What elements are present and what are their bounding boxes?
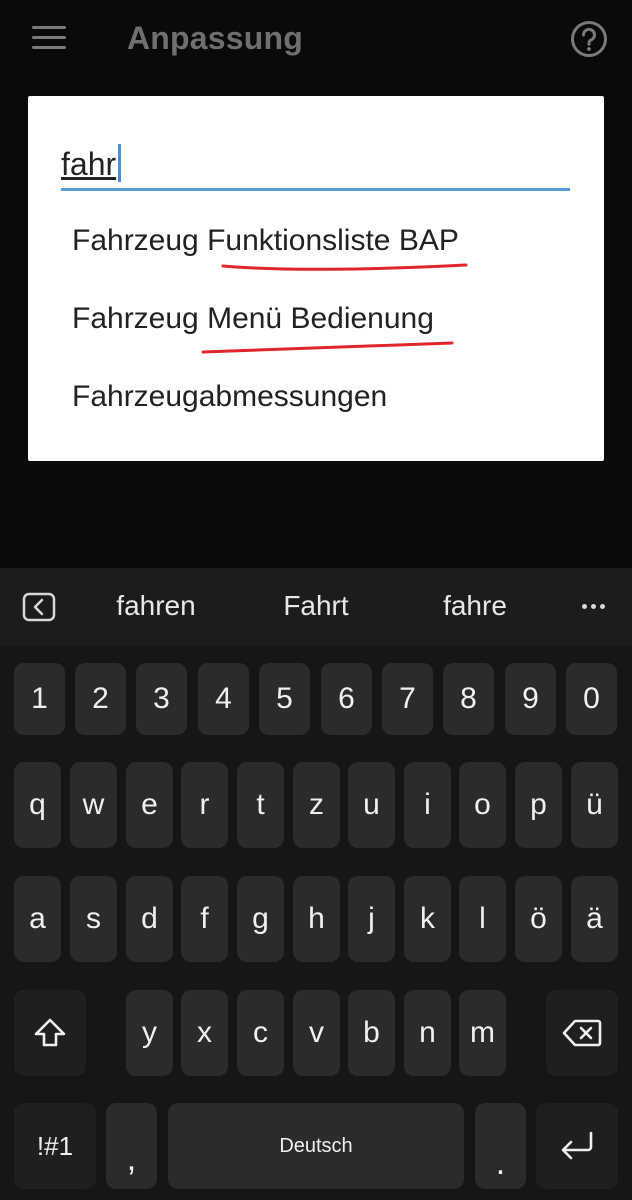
key-8[interactable]: 8 [443,663,494,735]
suggestion-item[interactable]: Fahrt [246,590,386,622]
backspace-key[interactable] [546,990,618,1076]
key-o-umlaut[interactable]: ö [515,876,562,962]
key-7[interactable]: 7 [382,663,433,735]
key-r[interactable]: r [181,762,228,848]
key-g[interactable]: g [237,876,284,962]
keyboard-collapse-icon[interactable] [22,592,56,622]
page-title: Anpassung [127,20,304,56]
red-underline-annotation [221,263,468,271]
enter-key[interactable] [536,1103,618,1189]
search-result-item[interactable]: Fahrzeug Menü Bedienung [72,302,434,336]
text-cursor [118,144,121,182]
key-t[interactable]: t [237,762,284,848]
hamburger-menu-icon[interactable] [32,26,66,52]
help-circle-icon[interactable] [570,20,608,58]
key-a-umlaut[interactable]: ä [571,876,618,962]
key-e[interactable]: e [126,762,173,848]
key-4[interactable]: 4 [198,663,249,735]
on-screen-keyboard: fahren Fahrt fahre 1 2 3 4 5 6 7 8 9 0 q… [0,568,632,1200]
key-5[interactable]: 5 [259,663,310,735]
shift-arrow-icon [34,1018,66,1047]
comma-key[interactable]: , [106,1103,157,1189]
key-l[interactable]: l [459,876,506,962]
key-a[interactable]: a [14,876,61,962]
key-k[interactable]: k [404,876,451,962]
key-q[interactable]: q [14,762,61,848]
search-field[interactable] [61,142,570,191]
search-result-item[interactable]: Fahrzeug Funktionsliste BAP [72,224,459,258]
search-dialog: Fahrzeug Funktionsliste BAP Fahrzeug Men… [28,96,604,461]
key-3[interactable]: 3 [136,663,187,735]
period-key[interactable]: . [475,1103,526,1189]
key-9[interactable]: 9 [505,663,556,735]
key-n[interactable]: n [404,990,451,1076]
key-0[interactable]: 0 [566,663,617,735]
suggestion-bar: fahren Fahrt fahre [0,568,632,646]
suggestion-item[interactable]: fahre [405,590,545,622]
search-input[interactable] [61,142,570,186]
key-c[interactable]: c [237,990,284,1076]
key-z[interactable]: z [293,762,340,848]
period-label: . [495,1144,506,1182]
key-j[interactable]: j [348,876,395,962]
screen: Anpassung Fahrzeug Funktionsliste BAP Fa… [0,0,632,1200]
enter-return-icon [561,1131,593,1160]
key-6[interactable]: 6 [321,663,372,735]
comma-label: , [126,1140,137,1178]
key-d[interactable]: d [126,876,173,962]
key-u[interactable]: u [348,762,395,848]
key-p[interactable]: p [515,762,562,848]
red-underline-annotation [201,341,454,354]
key-2[interactable]: 2 [75,663,126,735]
key-y[interactable]: y [126,990,173,1076]
key-s[interactable]: s [70,876,117,962]
search-result-item[interactable]: Fahrzeugabmessungen [72,380,387,414]
backspace-icon [562,1019,602,1047]
app-bar: Anpassung [0,0,632,80]
key-1[interactable]: 1 [14,663,65,735]
suggestion-item[interactable]: fahren [86,590,226,622]
space-key[interactable]: Deutsch [168,1103,464,1189]
key-x[interactable]: x [181,990,228,1076]
key-b[interactable]: b [348,990,395,1076]
key-m[interactable]: m [459,990,506,1076]
key-f[interactable]: f [181,876,228,962]
key-u-umlaut[interactable]: ü [571,762,618,848]
key-w[interactable]: w [70,762,117,848]
more-horizontal-icon[interactable] [578,604,610,612]
key-h[interactable]: h [293,876,340,962]
shift-key[interactable] [14,990,86,1076]
key-i[interactable]: i [404,762,451,848]
symbols-key[interactable]: !#1 [14,1103,96,1189]
key-v[interactable]: v [293,990,340,1076]
key-o[interactable]: o [459,762,506,848]
